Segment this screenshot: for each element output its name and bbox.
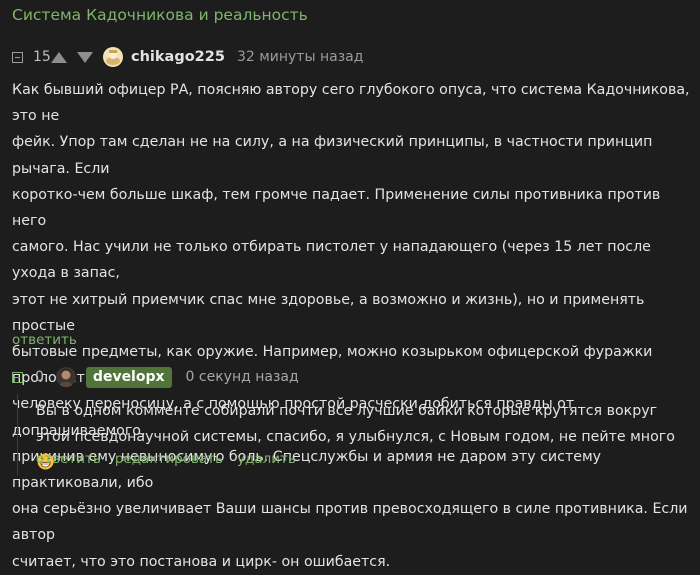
collapse-icon[interactable] [12,371,23,383]
downvote-arrow-icon[interactable] [77,51,93,63]
comment-timestamp[interactable]: 32 минуты назад [237,49,363,65]
reply-rating: 0 [35,369,44,385]
post-title[interactable]: Система Кадочникова и реальность [12,6,308,24]
delete-button[interactable]: удалить [237,451,296,467]
reply-timestamp[interactable]: 0 секунд назад [186,369,299,385]
comment-username[interactable]: chikago225 [131,49,225,65]
avatar[interactable] [103,47,123,67]
edit-button[interactable]: редактировать [115,451,223,467]
reply-username-badge[interactable]: developx [85,366,172,388]
collapse-icon[interactable] [12,51,23,63]
reply-button[interactable]: ответить [36,451,101,467]
avatar[interactable] [55,367,76,387]
upvote-arrow-icon[interactable] [51,51,67,63]
reply-text: Вы в одном комменте собирали почти все л… [36,403,675,445]
comment-text: Как бывший офицер РА, поясняю автору сег… [12,82,690,570]
comment-rating: 15 [33,49,51,65]
reply-comment-header: 0 developx 0 секунд назад [12,366,299,388]
reply-actions: ответить редактировать удалить [36,451,296,467]
thread-line[interactable] [17,394,18,476]
reply-button[interactable]: ответить [12,332,77,348]
comment-header: 15 chikago225 32 минуты назад [12,46,363,68]
